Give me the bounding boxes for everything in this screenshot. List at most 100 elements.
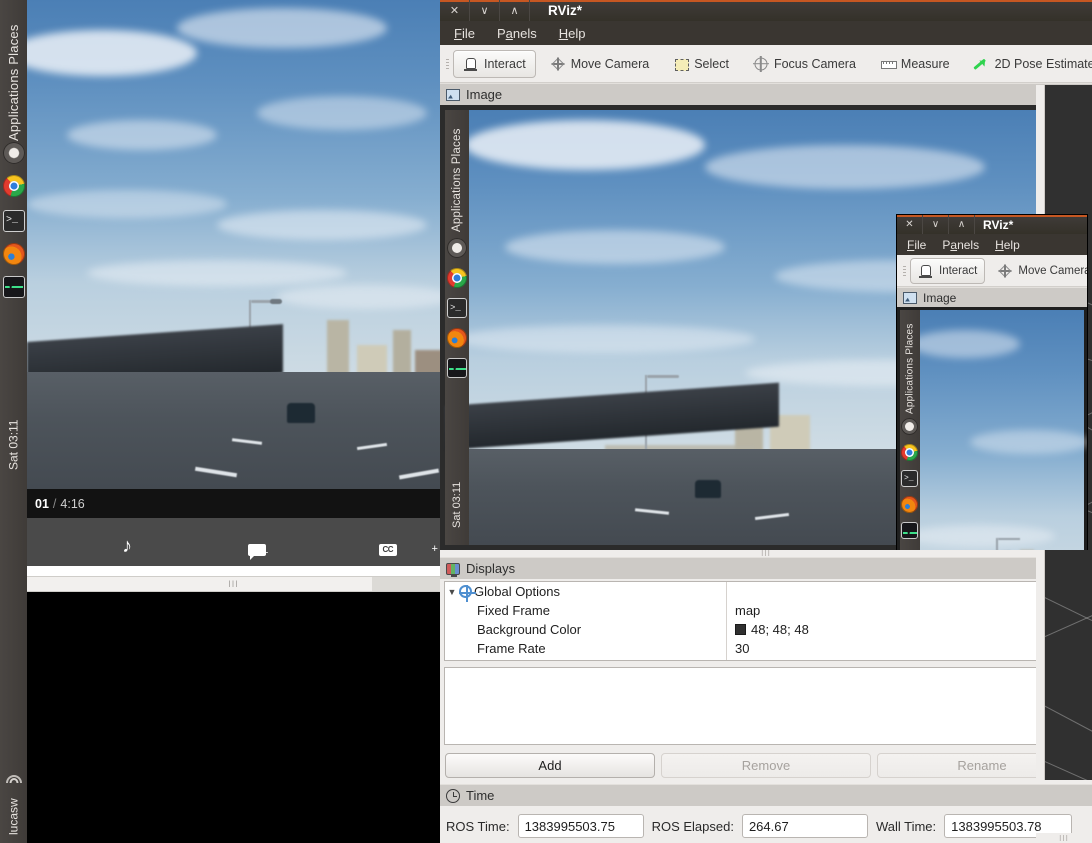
terminal-icon: >_: [447, 298, 467, 318]
firefox-icon[interactable]: [3, 243, 25, 265]
nested-window-controls: ✕ ∨ ∧: [897, 215, 975, 234]
time-panel-title: Time: [466, 788, 495, 803]
chrome-icon[interactable]: [3, 175, 25, 197]
add-display-button[interactable]: Add: [445, 753, 655, 778]
grid-line: [1045, 750, 1092, 780]
playback-time-bar: 01 / 4:16: [27, 489, 440, 518]
image-panel-content[interactable]: Applications Places >_ Sat 03:11 ✕ ∨ ∧ R…: [440, 105, 1092, 550]
cloud: [257, 96, 427, 130]
nested-clock: Sat 03:11: [451, 481, 463, 529]
menu-help[interactable]: Help: [559, 26, 586, 41]
minimize-window-button[interactable]: ∨: [470, 0, 500, 21]
nested-image-panel-header: Image: [897, 287, 1087, 307]
playback-position: 01: [35, 496, 49, 511]
nested-rviz-window: ✕ ∨ ∧ RViz* File Panels Help Interact Mo…: [897, 215, 1087, 550]
tool-focus-camera[interactable]: Focus Camera: [743, 50, 866, 78]
wifi-icon[interactable]: [5, 770, 23, 784]
minimize-window-button: ∨: [923, 215, 949, 234]
nested-rviz-toolbar: Interact Move Camera: [897, 255, 1087, 287]
cloud: [910, 330, 1020, 358]
cloud: [177, 8, 387, 48]
global-options-group[interactable]: ▼ Global Options: [445, 582, 726, 602]
tool-2d-pose-estimate[interactable]: 2D Pose Estimate: [964, 50, 1092, 78]
tool-move-camera-label: Move Camera: [570, 56, 650, 71]
player-black-area: [27, 592, 440, 843]
system-monitor-icon: [447, 358, 467, 378]
maximize-window-button[interactable]: ∧: [500, 0, 530, 21]
tool-move-camera-label: Move Camera: [1018, 264, 1087, 277]
tool-select-label: Select: [694, 56, 729, 71]
move-camera-icon: [550, 56, 566, 72]
tool-interact-label: Interact: [939, 264, 978, 277]
background-color-row[interactable]: Background Color: [445, 620, 726, 639]
street-light-arm: [998, 538, 1020, 540]
tool-measure[interactable]: Measure: [870, 50, 960, 78]
subtitle-plus-icon: +: [248, 544, 268, 560]
add-subtitle-button[interactable]: +: [205, 528, 309, 560]
terminal-icon[interactable]: >_: [3, 210, 25, 232]
frame-rate-row[interactable]: Frame Rate: [445, 639, 726, 658]
ros-time-field[interactable]: 1383995503.75: [517, 814, 644, 838]
nested-window-title: RViz*: [983, 217, 1014, 232]
system-monitor-icon[interactable]: [3, 276, 25, 298]
ubuntu-icon: [901, 418, 918, 435]
displays-button-row: Add Remove Rename: [440, 745, 1092, 784]
maximize-window-button: ∧: [949, 215, 975, 234]
system-monitor-icon: [901, 522, 918, 539]
background-color-value-row[interactable]: 48; 48; 48: [727, 620, 1072, 639]
tool-interact: Interact: [910, 257, 986, 284]
cloud: [705, 145, 985, 189]
menu-panels[interactable]: Panels: [497, 26, 537, 41]
ros-elapsed-field[interactable]: 264.67: [741, 814, 868, 838]
displays-empty-list[interactable]: [444, 667, 1088, 745]
tool-select[interactable]: Select: [663, 50, 739, 78]
toolbar-grip[interactable]: [444, 54, 449, 74]
street-light-head: [270, 299, 282, 304]
terminal-icon: >_: [901, 470, 918, 487]
dashcam-video[interactable]: [27, 0, 440, 489]
ruler-icon: [880, 56, 897, 72]
time-panel-content: ROS Time: 1383995503.75 ROS Elapsed: 264…: [440, 806, 1092, 843]
nested2-screenshot-scene: [900, 310, 1087, 550]
player-horizontal-scrollbar[interactable]: [27, 576, 440, 592]
add-closed-caption-button[interactable]: CC +: [336, 528, 440, 556]
scrollbar-track-right[interactable]: [372, 577, 440, 591]
player-controls: ♪ + CC +: [27, 518, 440, 566]
tool-move-camera[interactable]: Move Camera: [540, 50, 660, 78]
displays-panel-header: Displays ✕: [440, 557, 1092, 579]
tool-interact[interactable]: Interact: [453, 49, 536, 78]
playback-separator: /: [52, 496, 57, 511]
tool-move-camera: Move Camera: [989, 258, 1087, 284]
dashcam-scene: [27, 0, 440, 489]
user-name[interactable]: lucasw: [0, 792, 27, 842]
tool-interact-label: Interact: [484, 56, 526, 71]
frame-rate-label: Frame Rate: [477, 641, 546, 656]
hand-cursor-icon: [463, 56, 479, 72]
chevron-down-icon[interactable]: ▼: [445, 587, 459, 597]
applications-places-menu[interactable]: Applications Places: [0, 8, 27, 158]
cloud: [455, 325, 755, 353]
lead-car: [695, 480, 721, 498]
fixed-frame-row[interactable]: Fixed Frame: [445, 601, 726, 620]
rviz-titlebar: ✕ ∨ ∧ RViz*: [440, 0, 1092, 21]
fixed-frame-value[interactable]: map: [727, 601, 1072, 620]
image-displays-splitter[interactable]: [440, 550, 1092, 557]
ubuntu-icon[interactable]: [3, 142, 25, 164]
close-window-button[interactable]: ✕: [440, 0, 470, 21]
audio-track-button[interactable]: ♪: [75, 528, 179, 556]
tool-measure-label: Measure: [900, 56, 950, 71]
displays-tree[interactable]: ▼ Global Options Fixed Frame Background …: [444, 581, 1088, 661]
frame-rate-value[interactable]: 30: [727, 639, 1072, 658]
view3d-resize-grip[interactable]: [1036, 833, 1092, 843]
cloud: [87, 260, 347, 286]
displays-tree-names: ▼ Global Options Fixed Frame Background …: [445, 582, 727, 660]
move-camera-icon: [997, 263, 1013, 279]
displays-panel-icon: [446, 562, 460, 577]
menu-file[interactable]: File: [454, 26, 475, 41]
green-arrow-icon: [974, 56, 990, 72]
cloud: [505, 230, 725, 264]
background-color-value: 48; 48; 48: [751, 622, 809, 637]
nested-rviz-menubar: File Panels Help: [897, 234, 1087, 255]
clock[interactable]: Sat 03:11: [0, 405, 27, 485]
cloud: [67, 120, 217, 150]
